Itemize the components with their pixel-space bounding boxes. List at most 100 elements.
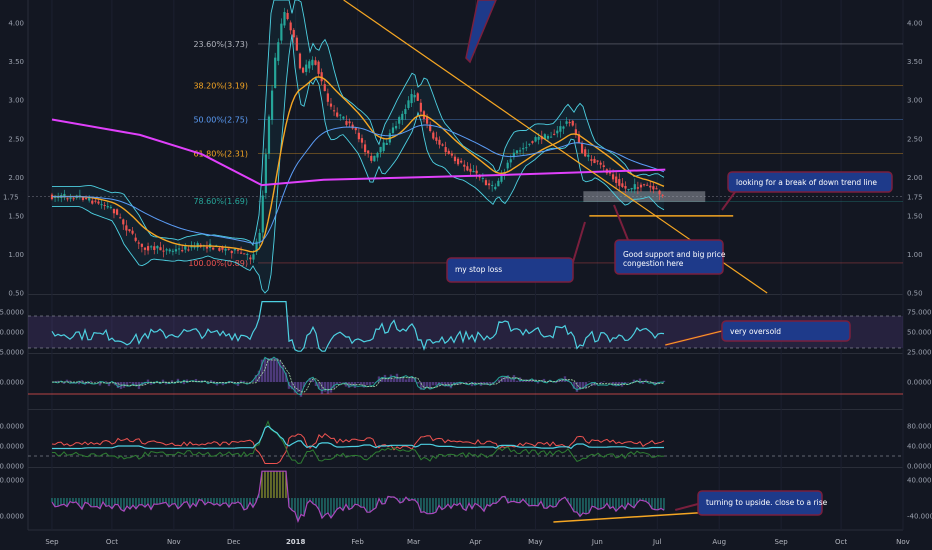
candle-body: [100, 204, 103, 206]
candle-body: [274, 57, 277, 88]
candle-body: [264, 154, 267, 193]
candle-body: [119, 217, 122, 219]
candle-body: [239, 252, 243, 254]
macd-histogram-bar: [323, 382, 327, 392]
macd-histogram-bar: [434, 382, 438, 386]
rsi-y-tick-left: 75.0000: [0, 309, 24, 317]
candle-body: [305, 64, 308, 72]
candle-body: [630, 188, 633, 190]
candle-body: [308, 61, 311, 69]
candle-body: [212, 247, 215, 250]
fib-level-label: 50.00%(2.75): [193, 116, 248, 125]
candle-body: [509, 159, 512, 163]
x-tick-label: Mar: [407, 538, 420, 546]
macd-y-tick-left: 0.0000: [0, 379, 24, 387]
candle-body: [463, 164, 466, 167]
candle-body: [500, 175, 503, 182]
x-tick-label: May: [528, 538, 542, 546]
candle-body: [314, 60, 317, 65]
candle-body: [391, 127, 395, 134]
x-tick-label: Nov: [896, 538, 910, 546]
rsi-y-tick-right: 75.0000: [907, 309, 932, 317]
dmi-y-tick-right: 80.0000: [907, 423, 932, 431]
candle-body: [652, 186, 655, 190]
candle-body: [385, 142, 388, 145]
candle-body: [230, 250, 233, 254]
x-tick-label: Dec: [227, 538, 241, 546]
candle-body: [112, 208, 116, 214]
candle-body: [419, 102, 422, 112]
macd-histogram-bar: [563, 376, 567, 382]
candle-body: [243, 253, 246, 255]
candle-body: [252, 254, 255, 260]
price-y-tick-left: 3.50: [8, 58, 24, 66]
osc-y-tick-left: -40.0000: [0, 512, 24, 520]
macd-y-tick-right: 0.0000: [907, 379, 932, 387]
callout-break-trend-text: looking for a break of down trend line: [736, 178, 877, 187]
candle-body: [165, 249, 168, 251]
candle-body: [81, 197, 85, 200]
price-y-tick-right: 4.00: [907, 20, 923, 28]
candle-body: [227, 248, 230, 250]
candle-body: [345, 121, 348, 125]
candle-body: [140, 243, 143, 247]
macd-histogram-bar: [509, 379, 513, 382]
candle-body: [146, 246, 150, 251]
x-tick-label: Oct: [835, 538, 847, 546]
macd-histogram-bar: [326, 382, 330, 394]
candle-body: [636, 187, 639, 189]
candle-body: [655, 188, 658, 190]
candle-body: [184, 246, 187, 250]
candle-body: [295, 37, 298, 51]
chart-canvas[interactable]: 23.60%(3.73)38.20%(3.19)50.00%(2.75)61.8…: [0, 0, 932, 550]
candle-body: [416, 93, 419, 101]
candle-body: [565, 121, 568, 124]
callout-upside[interactable]: turning to upside. close to a rise: [697, 490, 828, 516]
rsi-y-tick-left: 50.0000: [0, 329, 24, 337]
candle-body: [224, 248, 227, 251]
price-y-tick-right: 2.00: [907, 174, 923, 182]
candle-body: [599, 162, 602, 165]
price-y-tick-right: 0.50: [907, 290, 923, 298]
price-y-tick-left: 1.00: [8, 251, 24, 259]
candle-body: [376, 152, 379, 158]
macd-histogram-bar: [212, 381, 216, 382]
candle-body: [109, 206, 112, 208]
dmi-y-tick-left: 80.0000: [0, 423, 24, 431]
candle-body: [658, 190, 661, 195]
macd-histogram-bar: [239, 380, 243, 382]
candle-body: [584, 149, 587, 157]
x-tick-label: 2018: [286, 538, 306, 546]
candle-body: [444, 147, 447, 153]
macd-histogram-bar: [404, 379, 408, 382]
candle-body: [528, 143, 531, 145]
price-y-tick-left: 0.50: [8, 290, 24, 298]
callout-oversold[interactable]: very oversold: [721, 320, 851, 342]
dmi-y-tick-left: 40.0000: [0, 443, 24, 451]
candle-body: [531, 141, 534, 143]
x-tick-label: Sep: [775, 538, 789, 546]
candle-body: [410, 94, 413, 104]
candle-body: [413, 94, 416, 98]
candle-body: [128, 229, 131, 232]
candle-body: [286, 12, 289, 20]
price-y-tick-left: 3.00: [8, 97, 24, 105]
candle-body: [460, 160, 463, 163]
candle-body: [537, 136, 540, 140]
candle-body: [624, 185, 627, 189]
candle-body: [633, 184, 636, 190]
candle-body: [311, 59, 314, 66]
candle-body: [450, 153, 453, 156]
candle-body: [153, 246, 156, 250]
fib-level-label: 23.60%(3.73): [193, 40, 248, 49]
candle-body: [187, 249, 190, 251]
osc-y-tick-left: 40.0000: [0, 477, 24, 485]
candle-body: [261, 195, 264, 233]
candle-body: [639, 184, 643, 188]
candle-body: [351, 124, 354, 129]
candle-body: [438, 139, 441, 145]
candle-body: [522, 148, 525, 150]
candle-body: [494, 186, 497, 190]
osc-y-tick-right: -40.0000: [907, 512, 932, 520]
candle-body: [168, 249, 171, 252]
